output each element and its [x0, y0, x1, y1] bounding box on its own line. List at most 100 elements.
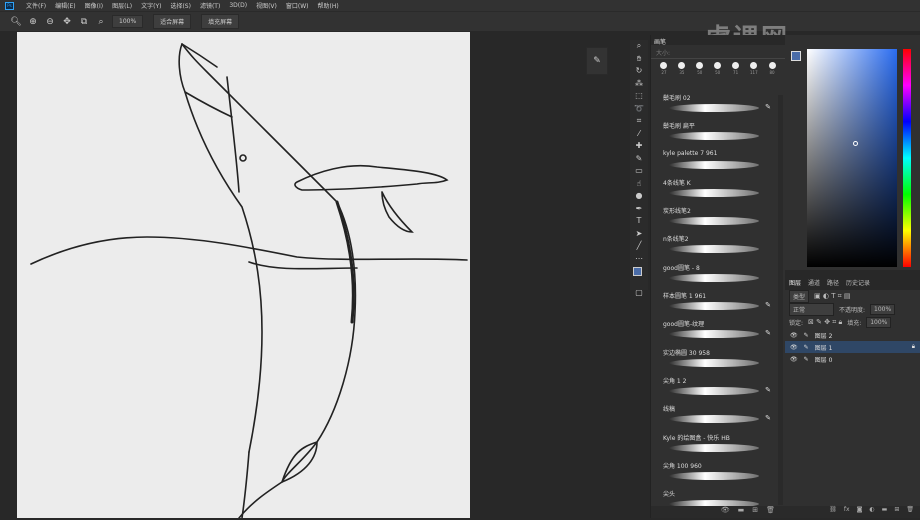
- brush-item[interactable]: Kyle 的绘图盒 - 快乐 HB: [659, 431, 777, 459]
- brush-item[interactable]: 样本圆笔 1 961 ✎: [659, 289, 777, 317]
- brush-tip[interactable]: 80: [768, 62, 776, 75]
- path-select-icon[interactable]: ➤: [630, 228, 648, 241]
- resize-windows-icon[interactable]: ✥: [61, 16, 73, 28]
- healing-brush-icon[interactable]: ✚: [630, 140, 648, 153]
- link-icon[interactable]: ⛓︎: [829, 506, 837, 518]
- brush-name: good圆笔 - 8: [663, 264, 700, 272]
- menu-help[interactable]: 帮助(H): [318, 1, 339, 10]
- rotate-view-icon[interactable]: ↻: [630, 65, 648, 78]
- lock-icons[interactable]: ⊠ ✎ ✥ ⌗ 🔒︎: [808, 318, 842, 327]
- brush-list-scrollbar[interactable]: [778, 95, 783, 505]
- brush-tip[interactable]: 35: [678, 62, 686, 75]
- zoom-tool-icon[interactable]: 🔍︎: [10, 16, 22, 28]
- brush-tip[interactable]: 117: [750, 62, 758, 75]
- more-tools-icon[interactable]: ⋯: [630, 253, 648, 266]
- line-tool-icon[interactable]: ╱: [630, 240, 648, 253]
- brush-stroke-preview: [669, 415, 759, 424]
- fill-input[interactable]: 100%: [866, 317, 892, 328]
- tab-channels[interactable]: 通道: [808, 278, 820, 287]
- brush-item[interactable]: 鬃毛刷 扁平: [659, 119, 777, 147]
- tab-paths[interactable]: 路径: [827, 278, 839, 287]
- fit-screen-button[interactable]: 适合屏幕: [153, 14, 192, 29]
- scrubby-zoom-icon[interactable]: ⌕: [95, 16, 107, 28]
- menu-edit[interactable]: 编辑(E): [55, 1, 75, 10]
- hand-tool-icon[interactable]: ✋︎: [630, 53, 648, 66]
- color-picker-handle[interactable]: [853, 141, 858, 146]
- menu-3d[interactable]: 3D(D): [229, 2, 247, 9]
- filter-icons[interactable]: ▣ ◐ T ⌗ ▤: [814, 292, 850, 301]
- menu-select[interactable]: 选择(S): [170, 1, 191, 10]
- tab-layers[interactable]: 图层: [789, 278, 801, 287]
- menu-layer[interactable]: 图层(L): [112, 1, 132, 10]
- crop-tool-icon[interactable]: ⌗: [630, 115, 648, 128]
- menu-filter[interactable]: 滤镜(T): [200, 1, 220, 10]
- layer-filter-select[interactable]: 类型: [789, 290, 810, 303]
- brush-tool-icon[interactable]: ✎: [630, 153, 648, 166]
- layer-row[interactable]: 👁︎ ✎ 图层 2: [785, 329, 920, 341]
- brush-tip[interactable]: 71: [732, 62, 740, 75]
- menu-file[interactable]: 文件(F): [26, 1, 46, 10]
- eyedropper-icon[interactable]: ⁄: [630, 128, 648, 141]
- menu-image[interactable]: 图像(I): [85, 1, 103, 10]
- foreground-color[interactable]: [633, 267, 642, 276]
- visibility-eye-icon[interactable]: 👁︎: [790, 356, 798, 363]
- brush-visibility-icon[interactable]: 👁︎: [721, 506, 730, 518]
- zoom-out-icon[interactable]: ⊖: [44, 16, 56, 28]
- lasso-tool-icon[interactable]: ➰: [630, 103, 648, 116]
- zoom-tool-icon[interactable]: ⌕: [630, 40, 648, 53]
- magic-wand-icon[interactable]: ⁂: [630, 78, 648, 91]
- menu-window[interactable]: 窗口(W): [286, 1, 309, 10]
- collapsed-brush-panel-button[interactable]: ✎: [586, 47, 608, 75]
- adjustment-icon[interactable]: ◐: [869, 506, 874, 518]
- blend-mode-select[interactable]: 正常: [789, 303, 834, 316]
- brush-item[interactable]: good圆笔-纹理 ✎: [659, 317, 777, 345]
- layer-row[interactable]: 👁︎ ✎ 图层 1 🔒︎: [785, 341, 920, 353]
- fill-screen-button[interactable]: 填充屏幕: [201, 14, 240, 29]
- foreground-swatch[interactable]: [791, 51, 801, 61]
- eraser-icon[interactable]: ▭: [630, 165, 648, 178]
- brush-stroke-preview: [669, 358, 759, 367]
- new-group-icon[interactable]: ▬: [738, 506, 745, 518]
- hue-slider[interactable]: [903, 49, 911, 267]
- brush-item[interactable]: n条线笔2: [659, 232, 777, 260]
- brush-item[interactable]: good圆笔 - 8: [659, 261, 777, 289]
- brush-item[interactable]: 线稿 ✎: [659, 402, 777, 430]
- mask-icon[interactable]: ◙: [857, 506, 863, 518]
- brush-size-label[interactable]: 大小:: [651, 45, 785, 59]
- marquee-tool-icon[interactable]: ⬚: [630, 90, 648, 103]
- smudge-icon[interactable]: ☝︎: [630, 178, 648, 191]
- new-layer-icon[interactable]: ⊞: [894, 506, 899, 518]
- pen-tool-icon[interactable]: ✒︎: [630, 203, 648, 216]
- delete-layer-icon[interactable]: 🗑︎: [906, 506, 914, 518]
- brush-item[interactable]: 尖角 1 2 ✎: [659, 374, 777, 402]
- menu-view[interactable]: 视图(V): [256, 1, 277, 10]
- brush-item[interactable]: kyle palette 7 961: [659, 148, 777, 176]
- brush-tip[interactable]: 50: [696, 62, 704, 75]
- delete-icon[interactable]: 🗑︎: [766, 506, 775, 518]
- brush-item[interactable]: 实边椭圆 30 958: [659, 346, 777, 374]
- brush-item[interactable]: 尖角 100 960: [659, 459, 777, 487]
- brush-item[interactable]: 炭形线笔2: [659, 204, 777, 232]
- zoom-level[interactable]: 100%: [112, 15, 144, 28]
- visibility-eye-icon[interactable]: 👁︎: [790, 332, 798, 339]
- brush-tip[interactable]: 27: [660, 62, 668, 75]
- menu-type[interactable]: 文字(Y): [141, 1, 161, 10]
- color-swatches[interactable]: [630, 265, 648, 287]
- color-picker-field[interactable]: [807, 49, 897, 267]
- zoom-all-windows-icon[interactable]: ⧉: [78, 16, 90, 28]
- group-icon[interactable]: ▬: [882, 506, 888, 518]
- visibility-eye-icon[interactable]: 👁︎: [790, 344, 798, 351]
- layer-row[interactable]: 👁︎ ✎ 图层 0: [785, 353, 920, 365]
- brush-tip[interactable]: 50: [714, 62, 722, 75]
- brush-item[interactable]: 4条线笔 K: [659, 176, 777, 204]
- opacity-input[interactable]: 100%: [870, 304, 896, 315]
- screen-mode-icon[interactable]: ▢: [630, 287, 648, 300]
- tab-history[interactable]: 历史记录: [846, 278, 870, 287]
- dodge-icon[interactable]: ●: [630, 190, 648, 203]
- brush-item[interactable]: 鬃毛刷 02 ✎: [659, 91, 777, 119]
- new-brush-icon[interactable]: ⊞: [752, 506, 758, 518]
- type-tool-icon[interactable]: T: [630, 215, 648, 228]
- fx-icon[interactable]: fx: [844, 506, 850, 518]
- document-canvas[interactable]: [17, 32, 470, 519]
- zoom-in-icon[interactable]: ⊕: [27, 16, 39, 28]
